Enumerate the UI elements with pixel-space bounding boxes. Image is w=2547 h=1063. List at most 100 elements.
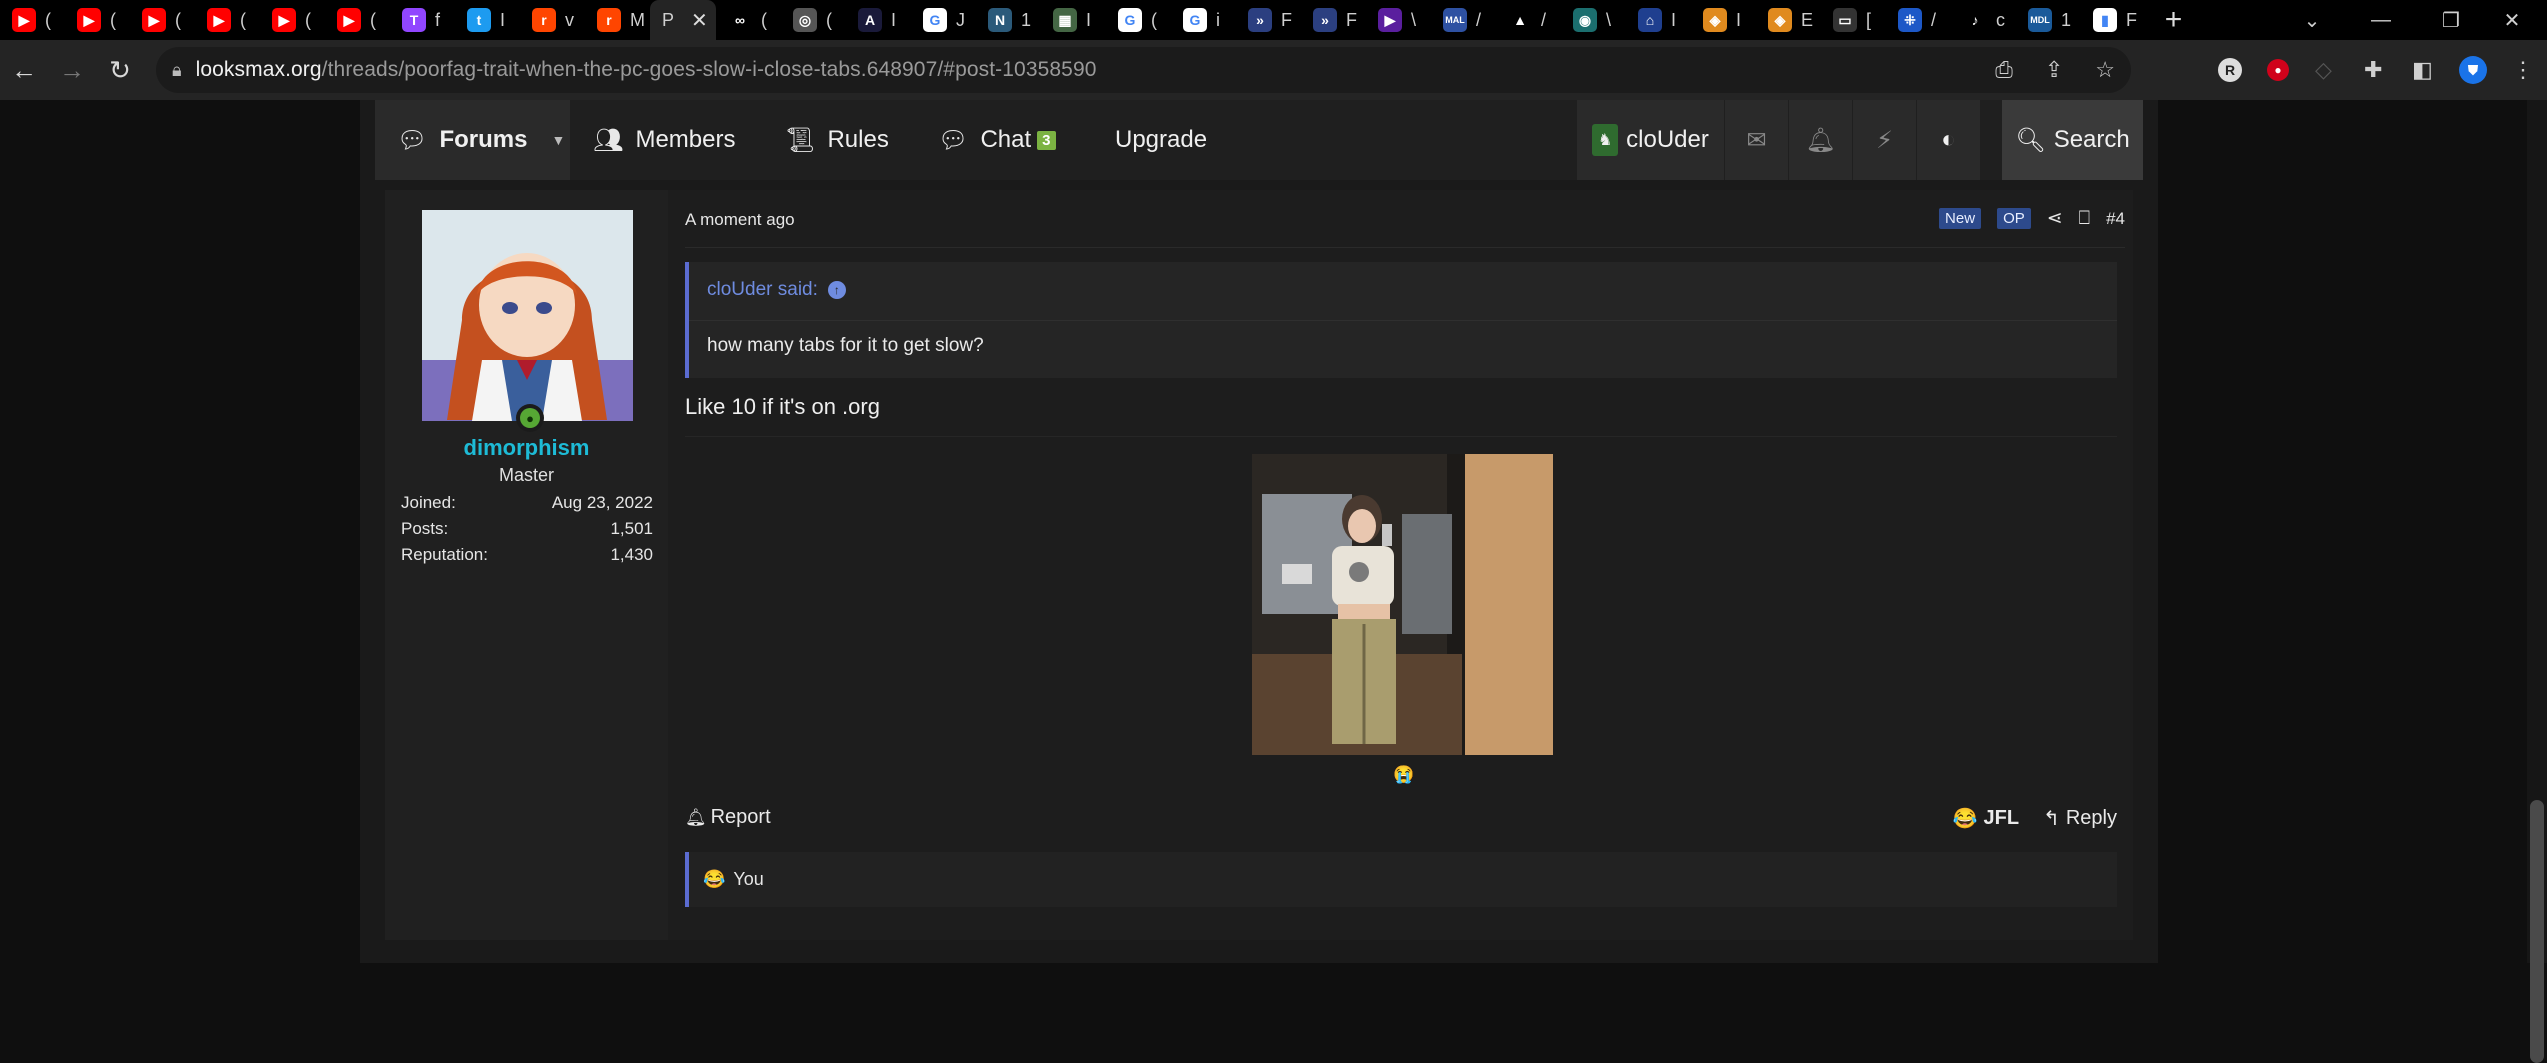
quote-block: cloUder said: ↑ how many tabs for it to … [685, 262, 2117, 378]
nav-tab-rules[interactable]: 📜︎ Rules [785, 100, 889, 180]
scrollbar-thumb[interactable] [2530, 800, 2544, 1063]
report-button[interactable]: 🔔︎ Report [685, 806, 771, 829]
browser-tab-letter-a[interactable]: AI [846, 0, 911, 40]
google-icon: G [923, 8, 947, 32]
share-icon[interactable]: ⇪ [2045, 57, 2063, 83]
browser-tab-letter-n[interactable]: N1 [976, 0, 1041, 40]
quote-author[interactable]: cloUder said: ↑ [707, 279, 846, 301]
tab-title: ( [175, 9, 181, 30]
post-number[interactable]: #4 [2106, 209, 2125, 229]
browser-tab-youtube[interactable]: ▶( [195, 0, 260, 40]
browser-tab-infinity[interactable]: ∞( [716, 0, 781, 40]
theme-toggle-icon[interactable]: ◐ [1917, 100, 1980, 180]
browser-tab-pattern[interactable]: ▦ I [1041, 0, 1106, 40]
browser-tab-globe[interactable]: ◎( [781, 0, 846, 40]
browser-tab-youtube[interactable]: ▶( [0, 0, 65, 40]
reactions-bar[interactable]: 😂 You [685, 852, 2117, 907]
share-post-icon[interactable]: ⋖ [2047, 207, 2063, 230]
browser-tab-twitter[interactable]: tI [455, 0, 520, 40]
browser-tab-reddit[interactable]: rv [520, 0, 585, 40]
tab-title: 1 [2061, 9, 2072, 30]
crosshair-icon: ⁜ [1898, 8, 1922, 32]
browser-tab-google[interactable]: G( [1106, 0, 1171, 40]
browser-tab-mal[interactable]: MAL / [1431, 0, 1496, 40]
stat-value: 1,430 [610, 545, 653, 564]
attached-photo[interactable] [1252, 454, 1553, 755]
browser-tab-looksmax[interactable]: P ✕ [650, 0, 716, 40]
chevron-down-icon[interactable]: ▼ [551, 132, 565, 148]
browser-tab-mdl[interactable]: MDL 1 [2016, 0, 2081, 40]
nav-tab-members[interactable]: 👥︎ Members [593, 100, 736, 180]
extension-red-icon[interactable]: ● [2267, 40, 2289, 100]
search-label: Search [2053, 126, 2130, 153]
reload-icon[interactable]: ↻ [96, 46, 144, 94]
nav-tab-chat[interactable]: 💬︎ Chat 3 [938, 100, 1056, 180]
browser-tab-youtube[interactable]: ▶( [325, 0, 390, 40]
shield-extension-icon[interactable]: ⛊ [2459, 40, 2487, 100]
browser-tab-fox[interactable]: ◈ E [1756, 0, 1821, 40]
stat-row-joined: Joined: Aug 23, 2022 [401, 493, 653, 519]
browser-tab-earth[interactable]: ◉ \ [1561, 0, 1626, 40]
back-icon[interactable]: ← [0, 46, 48, 94]
pattern-icon: ▦ [1053, 8, 1077, 32]
tab-title: ( [305, 9, 311, 30]
google-icon: G [1183, 8, 1207, 32]
restore-icon[interactable]: ❐ [2416, 0, 2486, 40]
react-button[interactable]: 😂 JFL [1953, 806, 2019, 831]
browser-tab-arrow[interactable]: » F [1301, 0, 1366, 40]
close-window-icon[interactable]: ✕ [2477, 0, 2547, 40]
browser-tab-bank[interactable]: ⌂ I [1626, 0, 1691, 40]
account-menu[interactable]: ♞ cloUder [1577, 100, 1724, 180]
browser-tab-arrow[interactable]: » F [1236, 0, 1301, 40]
browser-tab-fox[interactable]: ◈ I [1691, 0, 1756, 40]
browser-tab-youtube[interactable]: ▶( [130, 0, 195, 40]
search-button[interactable]: 🔍︎ Search [2002, 100, 2143, 180]
browser-tab-triangle[interactable]: ▲ / [1496, 0, 1561, 40]
user-avatar[interactable] [422, 210, 633, 421]
google-icon: G [1118, 8, 1142, 32]
reply-button[interactable]: ↰ Reply [2043, 806, 2117, 831]
laughing-emoji-icon: 😂 [703, 869, 726, 889]
browser-tab-crosshair[interactable]: ⁜ / [1886, 0, 1951, 40]
forward-icon[interactable]: → [48, 46, 96, 94]
extension-r-icon[interactable]: R [2218, 40, 2242, 100]
stat-row-posts: Posts: 1,501 [401, 519, 653, 545]
post-timestamp[interactable]: A moment ago [685, 210, 795, 230]
new-tab-icon[interactable]: + [2146, 3, 2201, 37]
browser-tab-youtube[interactable]: ▶( [65, 0, 130, 40]
install-app-icon[interactable]: ⎙ [1995, 57, 2013, 83]
browser-tab-google[interactable]: Gi [1171, 0, 1236, 40]
minimize-icon[interactable]: — [2346, 0, 2416, 40]
browser-tab-youtube[interactable]: ▶( [260, 0, 325, 40]
reply-arrow-icon: ↰ [2043, 808, 2060, 830]
close-tab-icon[interactable]: ✕ [691, 8, 708, 33]
address-bar[interactable]: 🔒︎ looksmax.org/threads/poorfag-trait-wh… [156, 47, 2131, 93]
tab-title: J [956, 9, 965, 30]
browser-tab-google[interactable]: GJ [911, 0, 976, 40]
side-panel-icon[interactable]: ◧ [2412, 40, 2433, 100]
nav-tab-forums[interactable]: 💬︎ Forums ▼ [375, 100, 570, 180]
bell-icon[interactable]: 🔔︎ [1789, 100, 1852, 180]
browser-tab-reddit[interactable]: rM [585, 0, 650, 40]
photo-image [1252, 454, 1553, 755]
post-username[interactable]: dimorphism [385, 435, 668, 461]
browser-tab-tiktok[interactable]: ♪ c [1951, 0, 2016, 40]
arrow-up-circle-icon[interactable]: ↑ [827, 281, 846, 299]
tab-title: F [1281, 9, 1292, 30]
bolt-icon[interactable]: ⚡︎ [1853, 100, 1916, 180]
extension-gray-icon[interactable]: ◇ [2315, 40, 2332, 100]
extensions-puzzle-icon[interactable]: ✚ [2364, 40, 2382, 100]
lock-icon[interactable]: 🔒︎ [172, 60, 182, 81]
inbox-icon[interactable]: ✉ [1725, 100, 1788, 180]
tab-title: / [1931, 9, 1937, 30]
browser-tab-bars[interactable]: ▮ F [2081, 0, 2146, 40]
menu-kebab-icon[interactable]: ⋮ [2512, 40, 2534, 100]
nav-tab-upgrade[interactable]: Upgrade [1115, 100, 1207, 180]
browser-tab-twitch[interactable]: Tf [390, 0, 455, 40]
bookmark-star-icon[interactable]: ☆ [2095, 57, 2115, 83]
browser-tab-window[interactable]: ▭[ [1821, 0, 1886, 40]
bookmark-icon[interactable]: ⎕ [2079, 208, 2090, 230]
page-scrollbar[interactable] [2527, 100, 2547, 1063]
tab-search-icon[interactable]: ⌄ [2277, 0, 2347, 40]
browser-tab-play[interactable]: ▶ \ [1366, 0, 1431, 40]
